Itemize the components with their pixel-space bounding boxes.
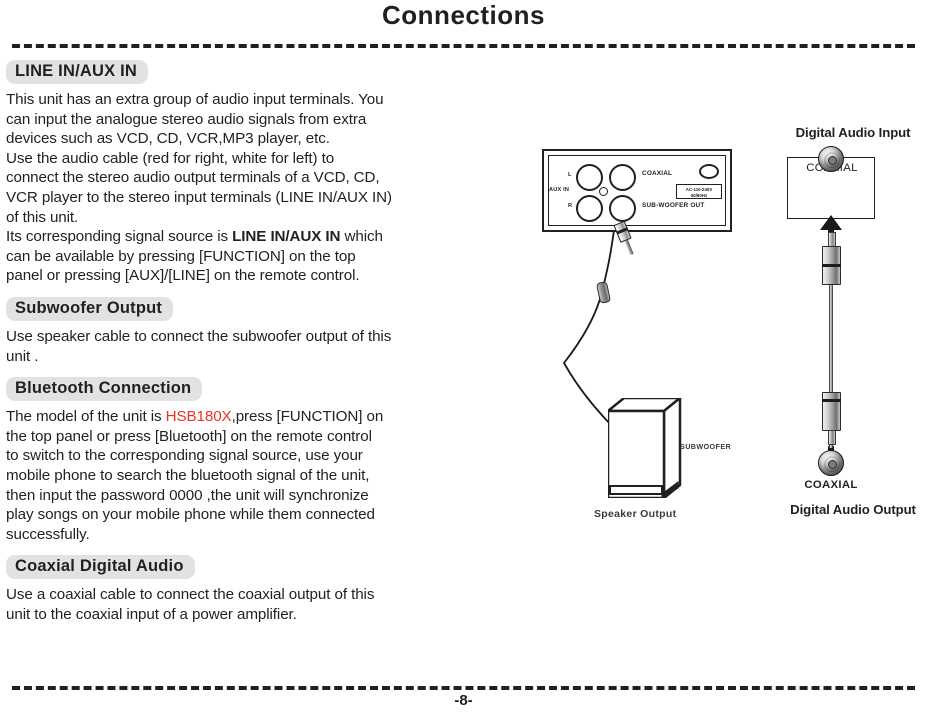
section-heading-coaxial-digital-audio-wrap: Coaxial Digital Audio [6, 555, 536, 580]
section-heading-bluetooth-connection: Bluetooth Connection [6, 377, 203, 402]
rca-plug-icon [613, 220, 637, 257]
panel-label-coaxial: COAXIAL [642, 170, 673, 177]
speaker-output-label: Speaker Output [594, 508, 677, 520]
page-title: Connections [382, 0, 545, 30]
content-column: LINE IN/AUX IN This unit has an extra gr… [6, 60, 536, 635]
section-heading-subwoofer-output: Subwoofer Output [6, 296, 174, 321]
digital-audio-output-label: Digital Audio Output [790, 502, 916, 517]
text-run: The model of the unit is [6, 408, 166, 426]
text-run-bold: LINE IN/AUX IN [232, 228, 341, 246]
panel-label-left: L [568, 172, 572, 178]
rear-panel-illustration: L R AUX IN COAXIAL SUB-WOOFER OUT AC-110… [542, 149, 732, 256]
subwoofer-shape [606, 396, 682, 500]
coaxial-plug-top-pin [827, 232, 836, 247]
coaxial-output-caption: COAXIAL [804, 479, 858, 491]
coaxial-plug-bottom-pin [827, 430, 836, 445]
coaxial-cable-illustration [816, 232, 846, 448]
subwoofer-out-jack-icon [609, 195, 636, 222]
small-screw-icon [599, 187, 608, 196]
coaxial-out-jack-icon [609, 164, 636, 191]
digital-audio-input-label: Digital Audio Input [795, 125, 911, 140]
cable-inline-connector-icon [595, 281, 612, 304]
coaxial-plug-bottom-body [821, 392, 841, 431]
aux-in-left-jack-icon [576, 164, 603, 191]
section-heading-subwoofer-output-wrap: Subwoofer Output [6, 296, 536, 321]
subwoofer-label: SUBWOOFER [680, 442, 732, 451]
subwoofer-illustration: SUBWOOFER [606, 396, 731, 500]
coaxial-plug-top-body [821, 246, 841, 285]
paragraph-bluetooth-connection: The model of the unit is HSB180X,press [… [6, 407, 536, 544]
text-run: This unit has an extra group of audio in… [6, 91, 392, 246]
section-heading-bluetooth-connection-wrap: Bluetooth Connection [6, 377, 536, 402]
ac-power-socket-icon [699, 164, 719, 179]
coaxial-input-jack-icon [818, 146, 844, 172]
coaxial-output-jack-icon [818, 450, 844, 476]
section-heading-line-in-aux-in: LINE IN/AUX IN [6, 60, 148, 84]
text-run: Use speaker cable to connect the subwoof… [6, 327, 392, 365]
aux-in-right-jack-icon [576, 195, 603, 222]
panel-label-right: R [568, 203, 573, 209]
paragraph-coaxial-digital-audio: Use a coaxial cable to connect the coaxi… [6, 585, 536, 624]
section-heading-coaxial-digital-audio: Coaxial Digital Audio [6, 555, 195, 580]
panel-label-subwoofer-out: SUB-WOOFER OUT [642, 202, 705, 209]
top-divider-rule [12, 44, 915, 48]
paragraph-subwoofer-output: Use speaker cable to connect the subwoof… [6, 327, 536, 366]
section-heading-line-in-aux-in-wrap: LINE IN/AUX IN [6, 60, 536, 84]
coaxial-plug-top-band [821, 264, 841, 267]
bottom-divider-rule [12, 686, 915, 690]
text-run: Use a coaxial cable to connect the coaxi… [6, 586, 375, 623]
text-run: ,press [FUNCTION] on the top panel or pr… [6, 408, 384, 543]
connection-diagram: L R AUX IN COAXIAL SUB-WOOFER OUT AC-110… [536, 120, 927, 550]
panel-label-aux-in: AUX IN [549, 187, 570, 193]
panel-label-ac-rating: AC-110-240V 50/60Hz [676, 184, 722, 199]
coaxial-plug-bottom-band [821, 399, 841, 402]
model-number: HSB180X [165, 408, 232, 426]
paragraph-line-in-aux-in: This unit has an extra group of audio in… [6, 90, 536, 286]
page-number: -8- [454, 692, 473, 709]
rca-plug-tail [624, 239, 634, 256]
